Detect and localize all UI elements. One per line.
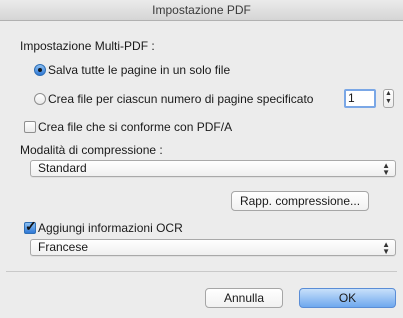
window-title-bar: Impostazione PDF [0,0,403,21]
window-title: Impostazione PDF [152,3,251,17]
ocr-language-value: Francese [38,240,89,254]
split-files-label[interactable]: Crea file per ciascun numero di pagine s… [48,92,313,106]
page-count-stepper[interactable]: ▲ ▼ [383,89,394,108]
save-single-file-radio[interactable] [34,64,46,76]
compression-mode-value: Standard [38,161,87,175]
select-arrows-icon: ▲ ▼ [382,240,390,256]
page-count-input[interactable]: 1 [344,89,376,108]
select-arrows-icon: ▲ ▼ [382,161,390,177]
checkmark-icon: ✓ [25,218,37,234]
save-single-file-label[interactable]: Salva tutte le pagine in un solo file [48,63,230,77]
stepper-up-icon[interactable]: ▲ [384,90,393,98]
multi-pdf-section-label: Impostazione Multi-PDF : [20,39,155,53]
pdfa-label[interactable]: Crea file che si conforme con PDF/A [38,120,232,134]
ocr-checkbox[interactable]: ✓ [24,218,37,234]
pdfa-checkbox[interactable] [24,121,36,133]
compression-section-label: Modalità di compressione : [20,143,163,157]
ocr-language-select[interactable]: Francese ▲ ▼ [30,239,396,256]
ok-button[interactable]: OK [299,288,396,308]
footer-divider [6,271,397,272]
compression-ratio-button[interactable]: Rapp. compressione... [231,191,369,211]
ocr-label[interactable]: Aggiungi informazioni OCR [38,221,183,235]
split-files-radio[interactable] [34,93,46,105]
cancel-button[interactable]: Annulla [205,288,283,308]
compression-mode-select[interactable]: Standard ▲ ▼ [30,160,396,177]
stepper-down-icon[interactable]: ▼ [384,98,393,106]
